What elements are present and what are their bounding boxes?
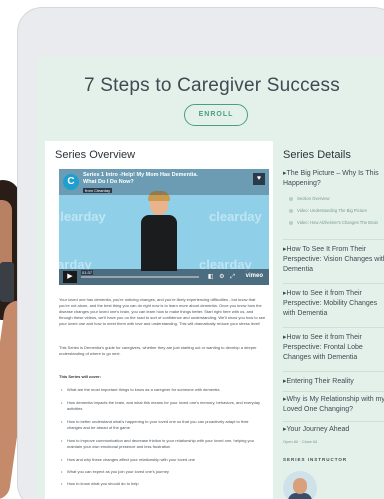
divider — [283, 239, 384, 240]
enroll-button[interactable]: ENROLL — [184, 104, 248, 126]
divider — [283, 371, 384, 372]
play-icon[interactable]: ▶ — [63, 271, 77, 283]
list-item: How and why these changes affect your re… — [61, 457, 263, 463]
video-time: 01:37 — [81, 270, 94, 275]
list-item: What are the most important things to kn… — [61, 387, 263, 393]
phone-icon — [0, 262, 14, 302]
series-details-heading: Series Details — [283, 149, 351, 161]
progress-bar[interactable] — [81, 276, 199, 278]
will-cover-label: This Series will cover: — [59, 374, 102, 379]
section-link[interactable]: ▸How to See it from Their Perspective: M… — [283, 289, 384, 319]
list-item: What you can expect as you join your lov… — [61, 469, 263, 475]
tablet-screen: 7 Steps to Caregiver Success ENROLL Seri… — [37, 57, 384, 499]
section-link[interactable]: ▸The Big Picture – Why Is This Happening… — [283, 169, 384, 189]
clearday-logo-icon: C — [63, 174, 79, 190]
player-controls-icons[interactable]: ◧ ⚙ ⤢ — [208, 273, 237, 281]
video-author[interactable]: from Clearday — [83, 188, 113, 193]
video-background-word: clearday — [209, 209, 262, 224]
expand-collapse-links[interactable]: Open All · Close All — [283, 439, 317, 444]
series-overview-heading: Series Overview — [55, 149, 136, 161]
video-presenter — [139, 191, 179, 271]
video-player[interactable]: clearday clearday clearday clearday C Se… — [59, 169, 269, 285]
lesson-item[interactable]: Video: How Alzheimer's Changes The Brain — [289, 220, 384, 226]
overview-paragraph: This Series is Dementia's guide for care… — [59, 345, 257, 356]
section-link[interactable]: ▸Your Journey Ahead — [283, 425, 384, 435]
section-link[interactable]: ▸Entering Their Reality — [283, 377, 384, 387]
page-title: 7 Steps to Caregiver Success — [84, 75, 340, 96]
lesson-item[interactable]: Video: Understanding The Big Picture — [289, 208, 384, 214]
section-link[interactable]: ▸Why is My Relationship with my Loved On… — [283, 395, 384, 415]
list-item: How to improve communication and decreas… — [61, 438, 263, 450]
lesson-dot-icon — [289, 220, 293, 225]
lesson-dot-icon — [289, 196, 293, 201]
lesson-dot-icon — [289, 208, 293, 213]
list-item: How to better understand what's happenin… — [61, 419, 263, 431]
video-header: C Series 1 Intro -Help! My Mom Has Demen… — [59, 169, 269, 195]
divider — [283, 391, 384, 392]
lesson-item[interactable]: Section Overview — [289, 196, 384, 202]
instructor-avatar[interactable] — [283, 471, 317, 499]
list-item: How to know what you should do to help — [61, 481, 263, 487]
divider — [283, 283, 384, 284]
video-controls: ▶ 01:37 ◧ ⚙ ⤢ vimeo — [59, 269, 269, 285]
series-instructor-label: SERIES INSTRUCTOR — [283, 457, 348, 462]
divider — [283, 327, 384, 328]
video-background-word: clearday — [59, 209, 106, 224]
vimeo-logo[interactable]: vimeo — [246, 273, 263, 279]
series-overview-card: Series Overview clearday clearday cleard… — [45, 141, 273, 499]
video-title[interactable]: Series 1 Intro -Help! My Mom Has Dementi… — [83, 172, 243, 186]
section-link[interactable]: ▸How to See it from Their Perspective: F… — [283, 333, 384, 363]
heart-icon[interactable]: ♥ — [253, 173, 265, 185]
list-item: How dementia impacts the brain, and what… — [61, 400, 263, 412]
section-link[interactable]: ▸How To See It From Their Perspective: V… — [283, 245, 384, 275]
overview-paragraph: Your loved one has dementia, you're noti… — [59, 297, 266, 326]
divider — [283, 421, 384, 422]
